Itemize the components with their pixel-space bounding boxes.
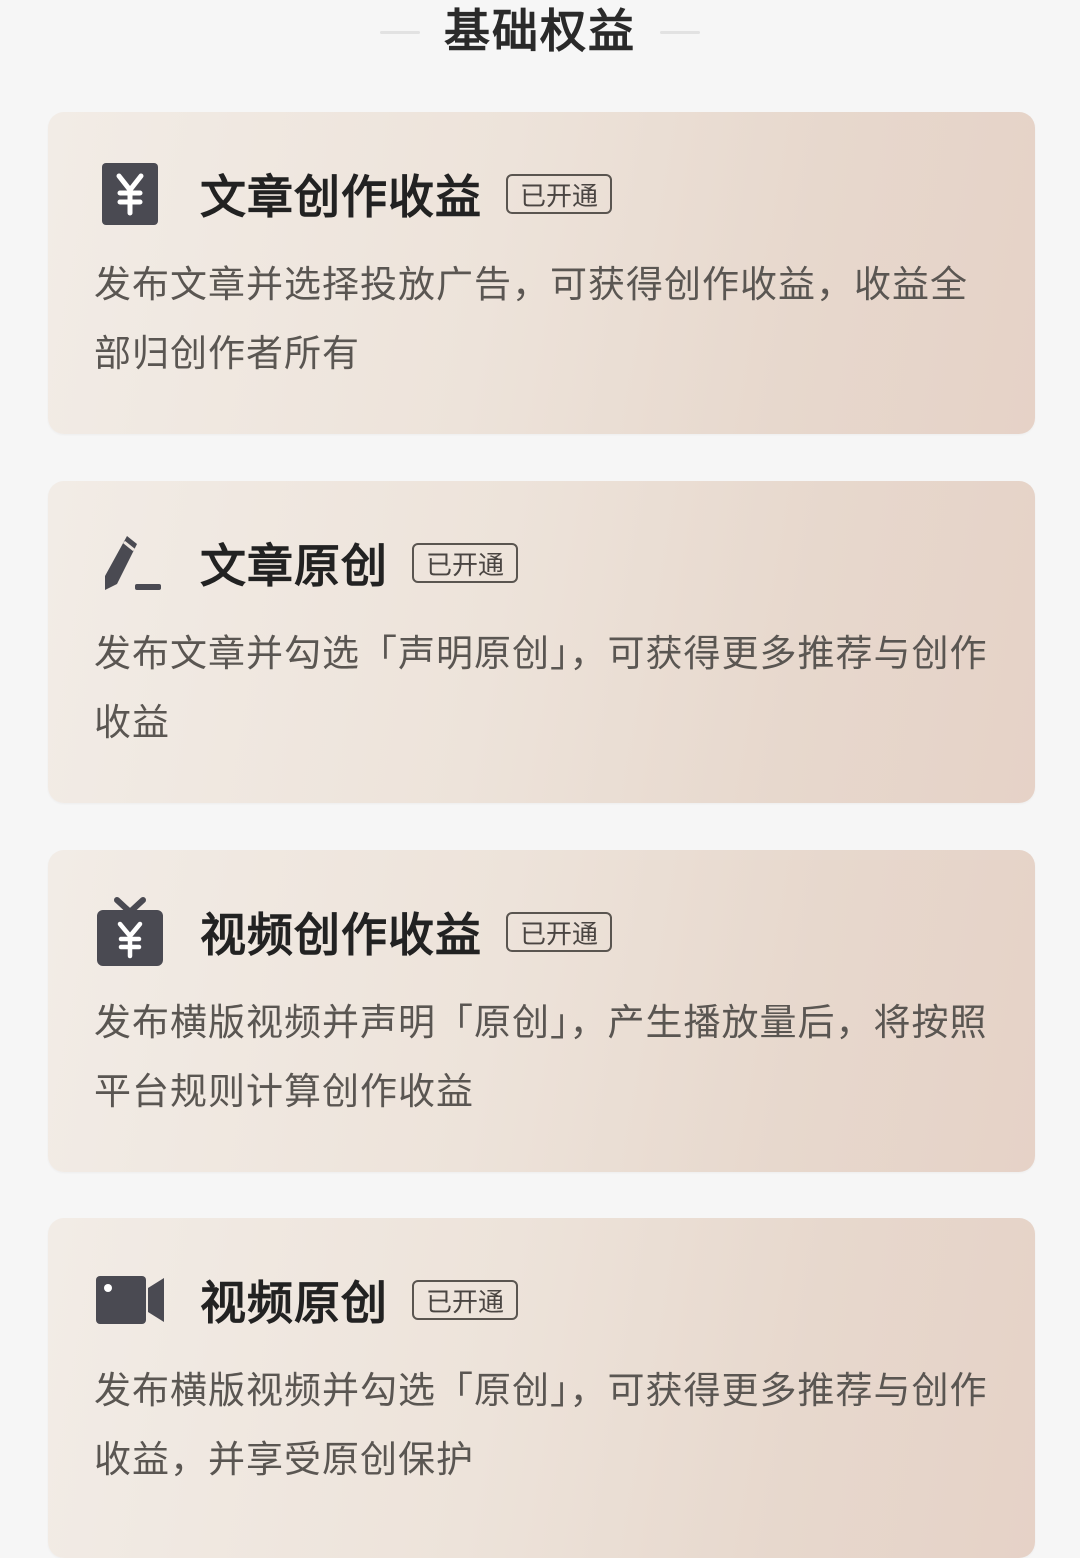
video-camera-icon <box>94 1264 166 1336</box>
card-header: 文章创作收益 已开通 <box>94 158 613 230</box>
yuan-square-icon <box>94 158 166 230</box>
status-badge: 已开通 <box>506 174 613 214</box>
card-description: 发布文章并选择投放广告，可获得创作收益，收益全部归创作者所有 <box>94 263 968 375</box>
status-badge: 已开通 <box>506 912 613 952</box>
header-divider-right <box>660 30 700 34</box>
card-title: 视频原创 <box>200 1276 388 1330</box>
header-divider-left <box>380 30 420 34</box>
benefit-card-article-income[interactable]: 文章创作收益 已开通 发布文章并选择投放广告，可获得创作收益，收益全部归创作者所… <box>48 112 1035 434</box>
tv-yuan-icon <box>94 896 166 968</box>
status-badge: 已开通 <box>412 1280 519 1320</box>
card-header: 视频创作收益 已开通 <box>94 896 613 968</box>
section-header: 基础权益 <box>0 0 1080 64</box>
benefit-card-video-income[interactable]: 视频创作收益 已开通 发布横版视频并声明「原创」，产生播放量后，将按照平台规则计… <box>48 850 1035 1172</box>
card-title: 文章原创 <box>200 539 388 593</box>
section-title: 基础权益 <box>444 4 636 58</box>
card-description: 发布文章并勾选「声明原创」，可获得更多推荐与创作收益 <box>94 632 988 744</box>
card-header: 视频原创 已开通 <box>94 1264 519 1336</box>
status-badge: 已开通 <box>412 543 519 583</box>
card-title: 文章创作收益 <box>200 170 482 224</box>
benefit-card-article-original[interactable]: 文章原创 已开通 发布文章并勾选「声明原创」，可获得更多推荐与创作收益 <box>48 481 1035 803</box>
pen-icon <box>94 527 166 599</box>
card-title: 视频创作收益 <box>200 908 482 962</box>
card-header: 文章原创 已开通 <box>94 527 519 599</box>
benefit-card-video-original[interactable]: 视频原创 已开通 发布横版视频并勾选「原创」，可获得更多推荐与创作收益，并享受原… <box>48 1218 1035 1558</box>
card-description: 发布横版视频并勾选「原创」，可获得更多推荐与创作收益，并享受原创保护 <box>94 1369 988 1481</box>
card-description: 发布横版视频并声明「原创」，产生播放量后，将按照平台规则计算创作收益 <box>94 1001 988 1113</box>
